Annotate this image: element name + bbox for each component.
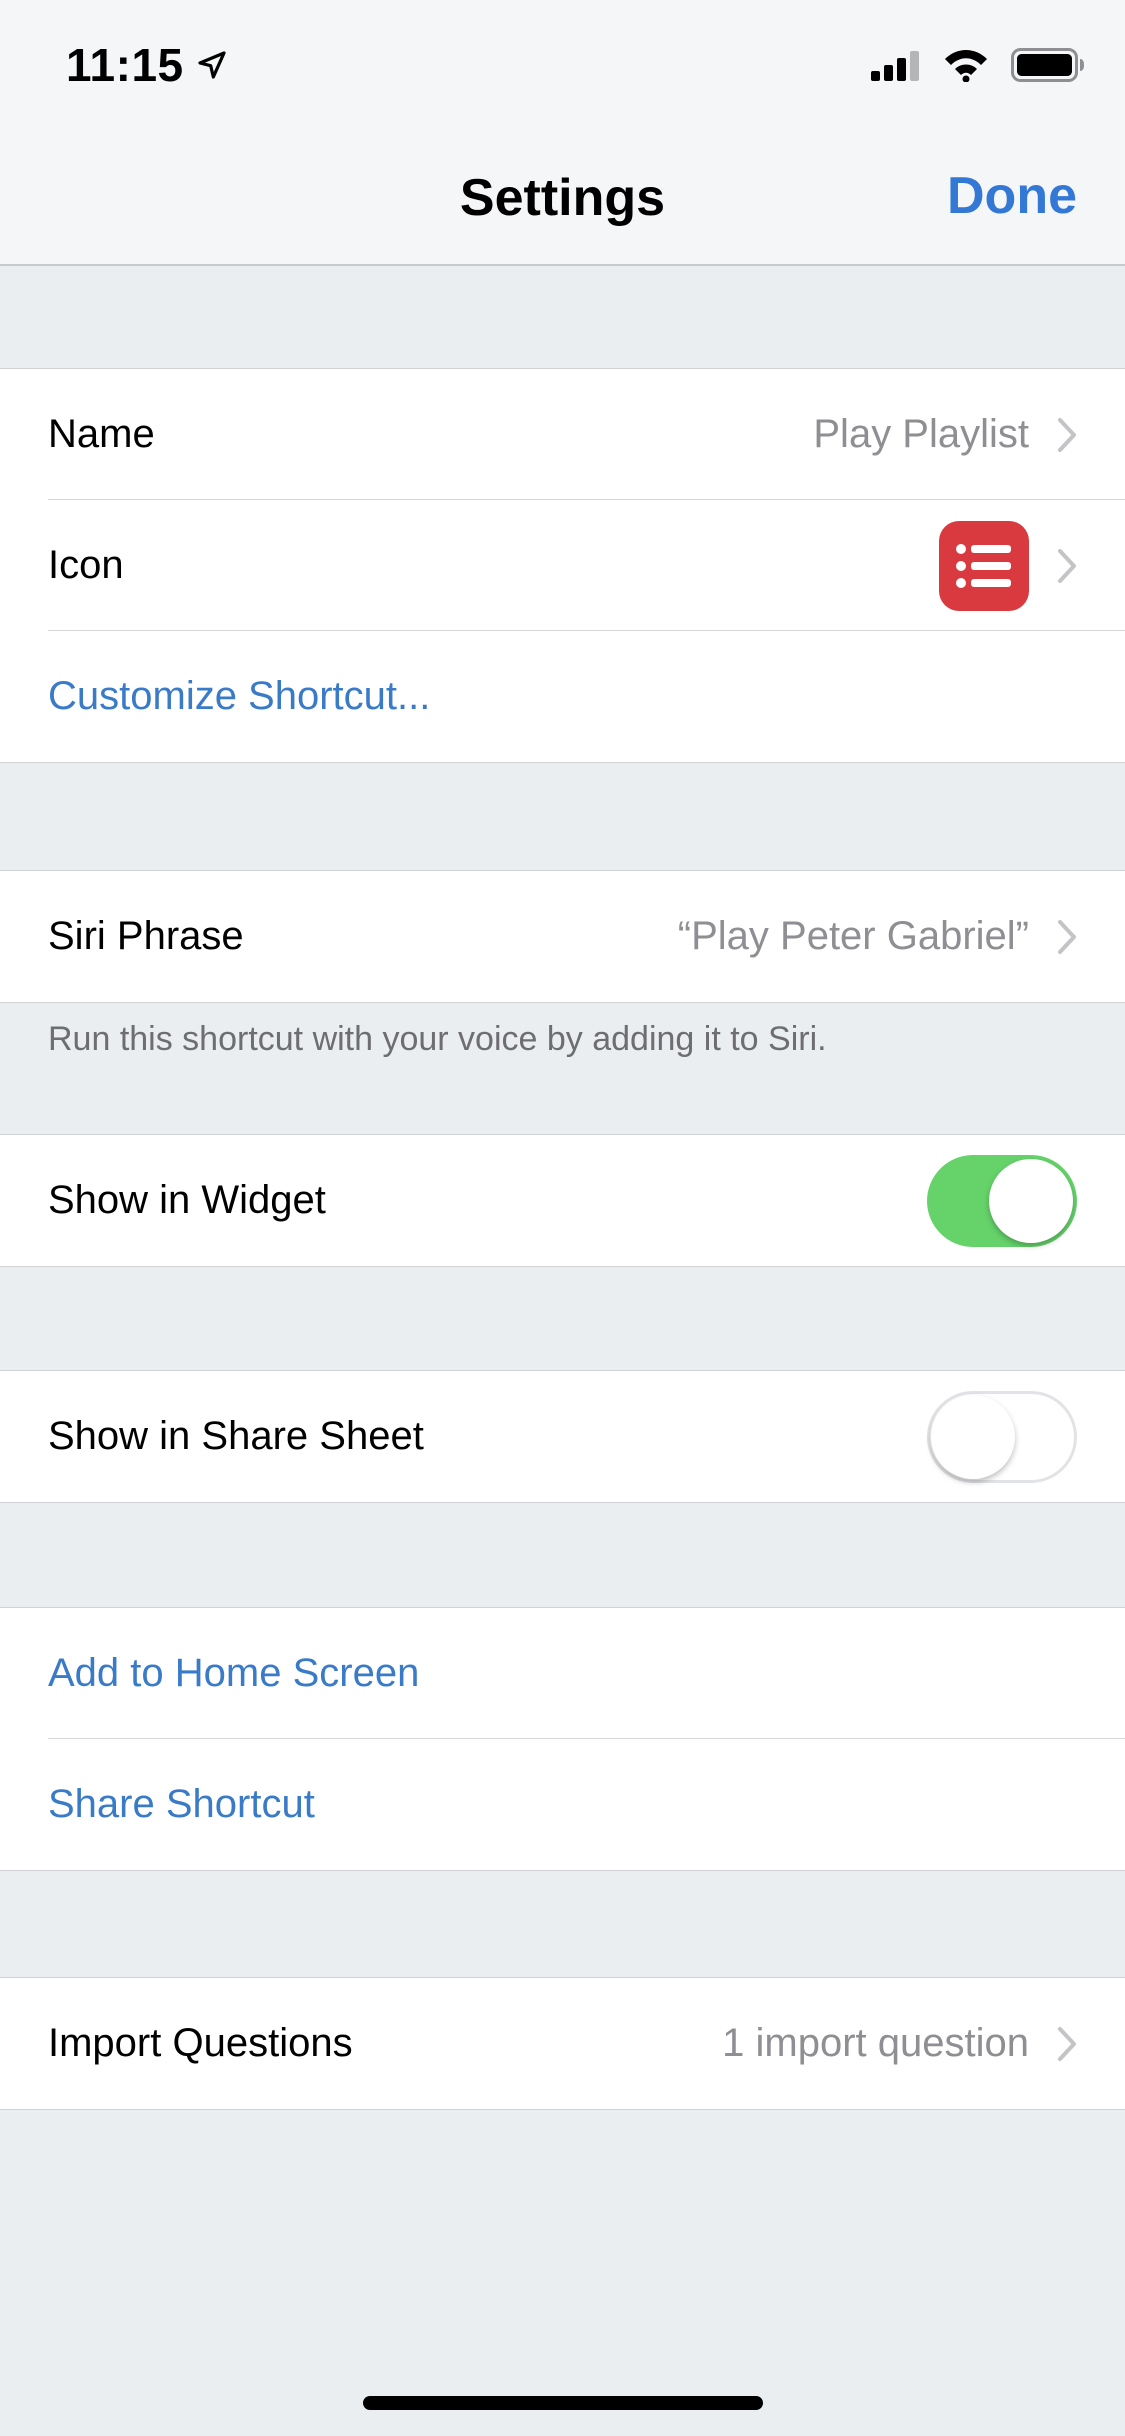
battery-icon xyxy=(1011,48,1084,82)
chevron-right-icon xyxy=(1058,548,1076,583)
chevron-right-icon xyxy=(1058,2026,1076,2061)
status-time-text: 11:15 xyxy=(66,39,184,91)
show-in-share-sheet-toggle[interactable] xyxy=(927,1390,1077,1483)
import-questions-label: Import Questions xyxy=(48,2021,353,2065)
customize-shortcut-row[interactable]: Customize Shortcut... xyxy=(0,630,1125,762)
navigation-bar: Settings Done xyxy=(0,132,1125,266)
show-in-widget-row: Show in Widget xyxy=(0,1135,1125,1266)
show-in-widget-toggle[interactable] xyxy=(927,1154,1077,1247)
name-label: Name xyxy=(48,412,155,456)
status-icons xyxy=(849,48,1085,82)
share-sheet-group: Show in Share Sheet xyxy=(0,1370,1125,1503)
icon-row[interactable]: Icon xyxy=(0,499,1125,631)
widget-group: Show in Widget xyxy=(0,1134,1125,1267)
wifi-icon xyxy=(945,50,987,82)
share-shortcut-row[interactable]: Share Shortcut xyxy=(0,1738,1125,1870)
toggle-knob xyxy=(989,1158,1073,1243)
list-icon xyxy=(956,543,1011,588)
cellular-signal-icon xyxy=(871,51,919,81)
show-in-widget-label: Show in Widget xyxy=(48,1178,326,1222)
chevron-right-icon xyxy=(1058,919,1076,954)
location-arrow-icon xyxy=(198,51,226,79)
add-to-home-screen-row[interactable]: Add to Home Screen xyxy=(0,1608,1125,1739)
shortcut-details-group: Name Play Playlist Icon Customize Shortc… xyxy=(0,368,1125,763)
show-in-share-sheet-row: Show in Share Sheet xyxy=(0,1371,1125,1502)
status-time: 11:15 xyxy=(66,38,228,92)
import-questions-value: 1 import question xyxy=(722,2021,1029,2065)
show-in-share-sheet-label: Show in Share Sheet xyxy=(48,1414,424,1458)
chevron-right-icon xyxy=(1058,417,1076,452)
name-value: Play Playlist xyxy=(813,412,1029,456)
share-shortcut-link[interactable]: Share Shortcut xyxy=(48,1782,1077,1827)
siri-phrase-label: Siri Phrase xyxy=(48,914,244,958)
import-questions-group: Import Questions 1 import question xyxy=(0,1977,1125,2110)
home-indicator[interactable] xyxy=(363,2396,763,2410)
actions-group: Add to Home Screen Share Shortcut xyxy=(0,1607,1125,1871)
name-row[interactable]: Name Play Playlist xyxy=(0,369,1125,500)
siri-phrase-row[interactable]: Siri Phrase “Play Peter Gabriel” xyxy=(0,871,1125,1002)
done-button[interactable]: Done xyxy=(947,166,1077,226)
siri-footnote: Run this shortcut with your voice by add… xyxy=(48,1020,827,1058)
shortcut-app-icon xyxy=(939,520,1029,611)
icon-label: Icon xyxy=(48,543,124,587)
customize-shortcut-link[interactable]: Customize Shortcut... xyxy=(48,674,1077,719)
add-to-home-screen-link[interactable]: Add to Home Screen xyxy=(48,1651,1077,1696)
siri-phrase-group: Siri Phrase “Play Peter Gabriel” xyxy=(0,870,1125,1003)
import-questions-row[interactable]: Import Questions 1 import question xyxy=(0,1978,1125,2109)
status-bar: 11:15 xyxy=(0,0,1125,132)
siri-phrase-value: “Play Peter Gabriel” xyxy=(677,914,1029,958)
toggle-knob xyxy=(931,1394,1015,1479)
